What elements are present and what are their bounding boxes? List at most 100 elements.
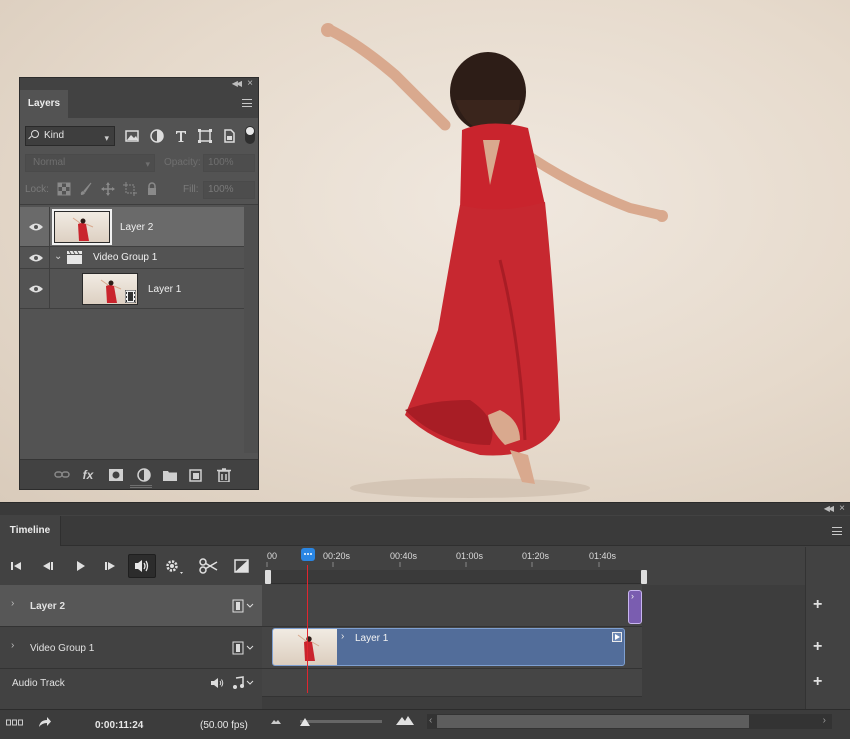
layer-thumbnail[interactable]	[52, 209, 112, 245]
track-header-video-group-1[interactable]: › Video Group 1	[0, 627, 262, 669]
chevron-right-icon[interactable]: ›	[11, 640, 14, 651]
blend-mode-select[interactable]: Normal ▾	[25, 154, 155, 172]
ruler-label: 00:40s	[390, 551, 418, 561]
previous-frame-icon[interactable]	[35, 557, 59, 575]
add-audio-button[interactable]: +	[813, 673, 822, 691]
artboard-icon[interactable]	[123, 182, 137, 196]
convert-frame-animation-icon[interactable]	[6, 719, 24, 727]
add-media-button[interactable]: +	[813, 596, 822, 614]
track-name: Layer 2	[30, 601, 66, 612]
fx-icon[interactable]: fx	[80, 468, 96, 482]
layer-list-scrollbar[interactable]	[244, 205, 258, 453]
link-layers-icon[interactable]	[54, 468, 70, 482]
work-area-end-handle[interactable]	[641, 570, 647, 584]
close-icon[interactable]: ×	[839, 503, 845, 514]
close-icon[interactable]: ×	[247, 78, 253, 89]
track-lane-audio[interactable]	[262, 669, 642, 697]
split-scissors-icon[interactable]	[197, 557, 221, 575]
type-filter-icon[interactable]	[173, 128, 189, 144]
trash-icon[interactable]	[216, 468, 232, 482]
ruler-label: 01:40s	[589, 551, 617, 561]
layer-row-video-group-1[interactable]: ⌄ Video Group 1	[20, 247, 244, 269]
add-media-button[interactable]: +	[813, 638, 822, 656]
new-layer-icon[interactable]	[188, 468, 204, 482]
collapse-icon[interactable]: ◀◀	[232, 79, 242, 88]
track-name: Video Group 1	[30, 643, 95, 654]
layer-row-layer-1[interactable]: Layer 1	[20, 269, 244, 309]
gear-icon[interactable]	[161, 557, 185, 575]
scroll-right-icon[interactable]: ›	[823, 715, 826, 726]
chevron-right-icon[interactable]: ›	[341, 631, 344, 642]
collapse-icon[interactable]: ◀◀	[824, 504, 834, 513]
track-lane-layer-2[interactable]	[262, 585, 642, 627]
pixel-filter-icon[interactable]	[124, 128, 140, 144]
timeline-scrollbar[interactable]: ‹ ›	[427, 714, 832, 729]
eye-icon[interactable]	[28, 284, 44, 294]
playhead-handle[interactable]	[301, 548, 315, 561]
timeline-panel: ◀◀ × Timeline › Layer 2 › Video Group 1 …	[0, 502, 850, 739]
scroll-left-icon[interactable]: ‹	[429, 715, 432, 726]
layer-mask-icon[interactable]	[108, 468, 124, 482]
timeline-title-bar[interactable]: ◀◀ ×	[0, 503, 850, 515]
next-frame-icon[interactable]	[99, 557, 123, 575]
play-icon[interactable]	[68, 557, 92, 575]
panel-title-bar[interactable]: ◀◀ ×	[20, 78, 258, 90]
render-video-icon[interactable]	[38, 715, 52, 729]
zoom-in-icon[interactable]	[396, 714, 414, 726]
work-area-start-handle[interactable]	[265, 570, 271, 584]
filter-kind-select[interactable]: Kind ▾	[25, 126, 115, 146]
track-name: Audio Track	[12, 678, 65, 689]
play-small-icon	[615, 634, 620, 640]
move-icon[interactable]	[101, 182, 115, 196]
lock-transparent-icon[interactable]	[57, 182, 71, 196]
mute-audio-button[interactable]	[128, 554, 156, 578]
scrollbar-thumb[interactable]	[437, 715, 749, 728]
time-ruler[interactable]: 00 00:20s 00:40s 01:00s 01:20s 01:40s	[262, 547, 805, 585]
lock-all-icon[interactable]	[145, 182, 159, 196]
brush-icon[interactable]	[79, 182, 93, 196]
transition-icon[interactable]	[230, 557, 254, 575]
zoom-out-icon[interactable]	[270, 717, 282, 725]
chevron-right-icon[interactable]: ›	[11, 598, 14, 609]
adjustment-filter-icon[interactable]	[149, 128, 165, 144]
film-strip-icon	[125, 290, 136, 303]
layer-name: Video Group 1	[93, 252, 158, 263]
video-clip-layer-1[interactable]: › Layer 1	[272, 628, 625, 666]
music-note-menu-icon[interactable]	[232, 676, 256, 690]
eye-icon[interactable]	[28, 222, 44, 232]
clip-end-marker[interactable]	[612, 632, 622, 642]
visibility-column	[20, 269, 50, 308]
panel-menu-icon[interactable]	[832, 527, 842, 535]
tab-layers[interactable]: Layers	[20, 90, 68, 118]
track-header-layer-2[interactable]: › Layer 2	[0, 585, 262, 627]
clip-label: Layer 1	[355, 633, 389, 644]
film-strip-menu-icon[interactable]	[232, 641, 256, 655]
go-to-first-frame-icon[interactable]	[4, 557, 28, 575]
track-header-audio[interactable]: Audio Track	[0, 669, 262, 697]
filter-toggle[interactable]	[245, 126, 255, 144]
track-headers: › Layer 2 › Video Group 1 Audio Track	[0, 585, 262, 709]
layer-2-clip[interactable]: ›	[628, 590, 642, 624]
zoom-slider-thumb[interactable]	[300, 718, 310, 726]
opacity-field[interactable]: 100%	[203, 154, 255, 172]
film-strip-menu-icon[interactable]	[232, 599, 256, 613]
shape-filter-icon[interactable]	[197, 128, 213, 144]
layer-thumbnail[interactable]	[82, 273, 138, 305]
ruler-ticks	[266, 562, 600, 567]
work-area-bar[interactable]	[265, 570, 647, 584]
lock-row: Lock: Fill: 100%	[25, 181, 255, 199]
adjustment-layer-icon[interactable]	[136, 468, 152, 482]
ruler-label: 00:20s	[323, 551, 351, 561]
tab-timeline[interactable]: Timeline	[0, 516, 61, 546]
fill-field[interactable]: 100%	[203, 181, 255, 199]
resize-grip[interactable]	[130, 485, 152, 488]
speaker-icon[interactable]	[210, 676, 224, 690]
layers-footer: fx	[20, 459, 258, 489]
new-group-icon[interactable]	[162, 468, 178, 482]
zoom-slider[interactable]	[300, 718, 382, 726]
layer-row-layer-2[interactable]: Layer 2	[20, 207, 244, 247]
group-expand-chevron-icon[interactable]: ⌄	[54, 251, 62, 262]
panel-menu-icon[interactable]	[242, 99, 252, 107]
eye-icon[interactable]	[28, 253, 44, 263]
smart-object-filter-icon[interactable]	[221, 128, 237, 144]
